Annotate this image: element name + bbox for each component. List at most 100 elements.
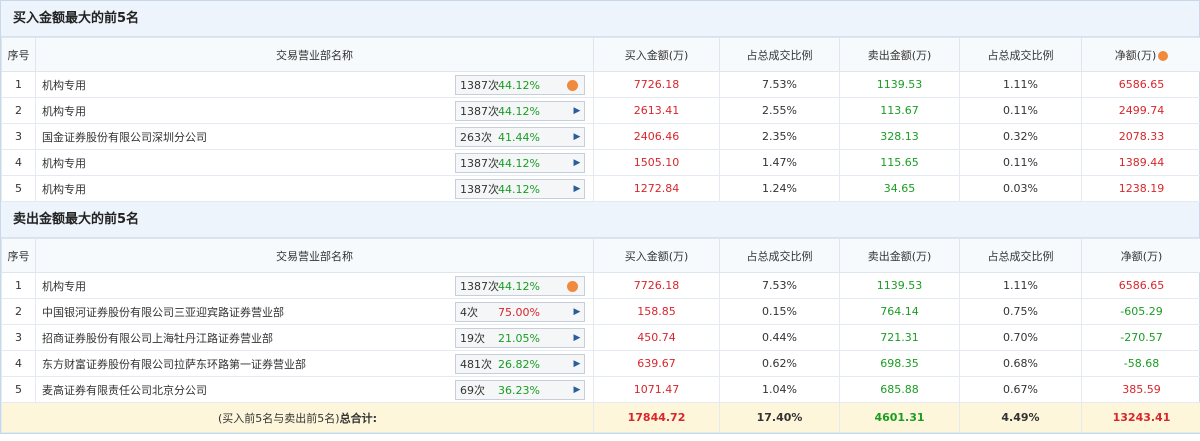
win-rate: 21.05% bbox=[498, 331, 540, 345]
net-amount: 2078.33 bbox=[1081, 123, 1200, 150]
sell-ratio: 0.03% bbox=[959, 175, 1082, 202]
arrow-right-icon[interactable]: ▶ bbox=[570, 158, 584, 168]
win-rate: 75.00% bbox=[498, 305, 540, 319]
arrow-right-icon[interactable]: ▶ bbox=[570, 106, 584, 116]
buy-amount: 1272.84 bbox=[593, 175, 720, 202]
col-header-buy: 买入金额(万) bbox=[593, 37, 720, 72]
branch-cell: 国金证券股份有限公司深圳分公司 263次 41.44% ▶ bbox=[35, 123, 594, 150]
arrow-right-icon[interactable]: ▶ bbox=[570, 132, 584, 142]
branch-stats-button[interactable]: 1387次 44.12% bbox=[455, 75, 585, 95]
sell-amount: 764.14 bbox=[839, 298, 960, 325]
net-amount: 6586.65 bbox=[1081, 272, 1200, 299]
sell-ratio: 0.75% bbox=[959, 298, 1082, 325]
branch-cell: 机构专用 1387次 44.12% ▶ bbox=[35, 97, 594, 124]
sell-amount: 113.67 bbox=[839, 97, 960, 124]
win-rate: 44.12% bbox=[498, 104, 540, 118]
trade-count: 1387次 bbox=[460, 79, 499, 92]
net-amount: 1389.44 bbox=[1081, 149, 1200, 176]
sell-ratio: 0.67% bbox=[959, 376, 1082, 403]
trade-count: 4次 bbox=[460, 306, 478, 319]
row-index: 5 bbox=[1, 376, 36, 403]
branch-stats-button[interactable]: 1387次 44.12% ▶ bbox=[455, 153, 585, 173]
branch-name[interactable]: 中国银河证券股份有限公司三亚迎宾路证券营业部 bbox=[42, 304, 284, 320]
buy-amount: 1505.10 bbox=[593, 149, 720, 176]
sell-amount: 328.13 bbox=[839, 123, 960, 150]
branch-stats-button[interactable]: 1387次 44.12% ▶ bbox=[455, 101, 585, 121]
buy-amount: 1071.47 bbox=[593, 376, 720, 403]
col-header-branch: 交易营业部名称 bbox=[35, 238, 594, 273]
buy-table-row: 2 机构专用 1387次 44.12% ▶ 2613.41 2.55% 113.67 0.11%… bbox=[1, 97, 1200, 124]
win-rate: 41.44% bbox=[498, 130, 540, 144]
buy-table-row: 4 机构专用 1387次 44.12% ▶ 1505.10 1.47% 115.65 0.11%… bbox=[1, 149, 1200, 176]
branch-name[interactable]: 招商证券股份有限公司上海牡丹江路证券营业部 bbox=[42, 330, 273, 346]
row-index: 1 bbox=[1, 272, 36, 299]
branch-stats-button[interactable]: 1387次 44.12% ▶ bbox=[455, 179, 585, 199]
sell-amount: 685.88 bbox=[839, 376, 960, 403]
net-amount: 385.59 bbox=[1081, 376, 1200, 403]
branch-cell: 机构专用 1387次 44.12% bbox=[35, 71, 594, 98]
branch-cell: 中国银河证券股份有限公司三亚迎宾路证券营业部 4次 75.00% ▶ bbox=[35, 298, 594, 325]
col-header-buy-ratio: 占总成交比例 bbox=[719, 37, 840, 72]
branch-name[interactable]: 机构专用 bbox=[42, 155, 86, 171]
branch-stats-button[interactable]: 19次 21.05% ▶ bbox=[455, 328, 585, 348]
win-rate: 36.23% bbox=[498, 383, 540, 397]
arrow-right-icon[interactable]: ▶ bbox=[570, 307, 584, 317]
sell-table: 序号 交易营业部名称 买入金额(万) 占总成交比例 卖出金额(万) 占总成交比例… bbox=[1, 238, 1200, 433]
row-index: 3 bbox=[1, 324, 36, 351]
buy-ratio: 0.15% bbox=[719, 298, 840, 325]
branch-stats-button[interactable]: 4次 75.00% ▶ bbox=[455, 302, 585, 322]
arrow-right-icon[interactable]: ▶ bbox=[570, 385, 584, 395]
col-header-sell-ratio: 占总成交比例 bbox=[959, 37, 1082, 72]
sell-amount: 1139.53 bbox=[839, 272, 960, 299]
buy-section-title: 买入金额最大的前5名 bbox=[1, 1, 1199, 37]
col-header-buy-ratio: 占总成交比例 bbox=[719, 238, 840, 273]
sell-ratio: 0.11% bbox=[959, 149, 1082, 176]
arrow-right-icon[interactable]: ▶ bbox=[570, 333, 584, 343]
sell-amount: 721.31 bbox=[839, 324, 960, 351]
info-dot-icon[interactable] bbox=[1158, 50, 1169, 61]
branch-name[interactable]: 麦高证券有限责任公司北京分公司 bbox=[42, 382, 207, 398]
row-index: 3 bbox=[1, 123, 36, 150]
col-header-buy: 买入金额(万) bbox=[593, 238, 720, 273]
branch-name[interactable]: 机构专用 bbox=[42, 181, 86, 197]
total-sell: 4601.31 bbox=[839, 402, 960, 433]
sell-table-header: 序号 交易营业部名称 买入金额(万) 占总成交比例 卖出金额(万) 占总成交比例… bbox=[1, 238, 1200, 273]
orange-dot-icon[interactable] bbox=[567, 79, 578, 91]
sell-section-title: 卖出金额最大的前5名 bbox=[1, 202, 1199, 238]
branch-name[interactable]: 机构专用 bbox=[42, 77, 86, 93]
lhb-panel: 买入金额最大的前5名 序号 交易营业部名称 买入金额(万) 占总成交比例 卖出金… bbox=[0, 0, 1200, 434]
row-index: 5 bbox=[1, 175, 36, 202]
arrow-right-icon[interactable]: ▶ bbox=[570, 184, 584, 194]
col-header-sell-ratio: 占总成交比例 bbox=[959, 238, 1082, 273]
trade-count: 481次 bbox=[460, 358, 492, 371]
orange-dot-icon[interactable] bbox=[567, 280, 578, 292]
trade-count: 1387次 bbox=[460, 183, 499, 196]
branch-stats-button[interactable]: 263次 41.44% ▶ bbox=[455, 127, 585, 147]
sell-table-row: 5 麦高证券有限责任公司北京分公司 69次 36.23% ▶ 1071.47 1.04% 68… bbox=[1, 376, 1200, 403]
net-amount: -605.29 bbox=[1081, 298, 1200, 325]
branch-stats-button[interactable]: 1387次 44.12% bbox=[455, 276, 585, 296]
branch-stats-button[interactable]: 69次 36.23% ▶ bbox=[455, 380, 585, 400]
win-rate: 44.12% bbox=[498, 78, 540, 92]
col-header-index: 序号 bbox=[1, 37, 36, 72]
buy-ratio: 7.53% bbox=[719, 272, 840, 299]
net-amount: -58.68 bbox=[1081, 350, 1200, 377]
col-header-net: 净额(万) bbox=[1081, 37, 1200, 72]
branch-name[interactable]: 国金证券股份有限公司深圳分公司 bbox=[42, 129, 207, 145]
row-index: 4 bbox=[1, 149, 36, 176]
branch-name[interactable]: 机构专用 bbox=[42, 103, 86, 119]
net-amount: 2499.74 bbox=[1081, 97, 1200, 124]
sell-ratio: 0.70% bbox=[959, 324, 1082, 351]
col-header-sell: 卖出金额(万) bbox=[839, 37, 960, 72]
branch-name[interactable]: 机构专用 bbox=[42, 278, 86, 294]
row-index: 1 bbox=[1, 71, 36, 98]
branch-cell: 东方财富证券股份有限公司拉萨东环路第一证券营业部 481次 26.82% ▶ bbox=[35, 350, 594, 377]
branch-name[interactable]: 东方财富证券股份有限公司拉萨东环路第一证券营业部 bbox=[42, 356, 306, 372]
sell-ratio: 0.11% bbox=[959, 97, 1082, 124]
branch-stats-button[interactable]: 481次 26.82% ▶ bbox=[455, 354, 585, 374]
row-index: 4 bbox=[1, 350, 36, 377]
arrow-right-icon[interactable]: ▶ bbox=[570, 359, 584, 369]
sell-ratio: 0.68% bbox=[959, 350, 1082, 377]
sell-table-row: 4 东方财富证券股份有限公司拉萨东环路第一证券营业部 481次 26.82% ▶ 639.… bbox=[1, 350, 1200, 377]
trade-count: 1387次 bbox=[460, 157, 499, 170]
